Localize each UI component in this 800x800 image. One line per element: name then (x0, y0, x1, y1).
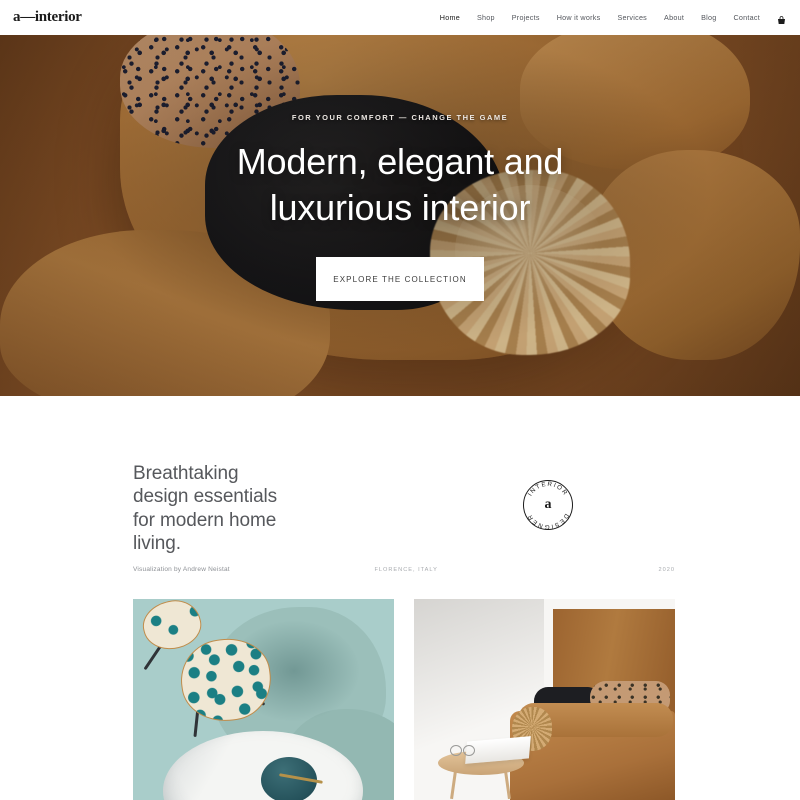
hero-title: Modern, elegant and luxurious interior (236, 139, 564, 230)
feature-section: Breathtaking design essentials for moder… (0, 396, 800, 800)
site-logo[interactable]: a—interior (13, 9, 82, 26)
white-room-sofa-photo[interactable] (414, 599, 675, 800)
main-navigation: Home Shop Projects How it works Services… (440, 13, 786, 24)
interior-designer-badge: INTERIOR DESIGNER a (521, 478, 575, 532)
nav-item-projects[interactable]: Projects (512, 13, 540, 22)
nav-item-how-it-works[interactable]: How it works (557, 13, 601, 22)
feature-title-line-4: living. (133, 533, 181, 555)
year-label: 2020 (658, 566, 675, 573)
gallery-grid (133, 599, 675, 800)
hero-eyebrow: FOR YOUR COMFORT — CHANGE THE GAME (291, 112, 509, 122)
eyeglasses-icon (450, 745, 476, 756)
nav-item-home[interactable]: Home (440, 13, 460, 22)
hero-title-line-1: Modern, elegant and (236, 140, 564, 182)
explore-collection-button[interactable]: EXPLORE THE COLLECTION (316, 257, 484, 302)
feature-title-line-3: for modern home (133, 509, 277, 531)
shopping-cart-icon[interactable] (777, 13, 786, 24)
visualization-credit: Visualization by Andrew Neistat (133, 566, 230, 573)
site-header: a—interior Home Shop Projects How it wor… (0, 0, 800, 35)
feature-heading-row: Breathtaking design essentials for moder… (133, 462, 675, 555)
location-label: FLORENCE, ITALY (374, 566, 438, 573)
feature-title-line-1: Breathtaking (133, 463, 239, 484)
nav-item-shop[interactable]: Shop (477, 13, 495, 22)
hero-title-line-2: luxurious interior (269, 186, 531, 228)
nav-item-about[interactable]: About (664, 13, 684, 22)
feature-meta-row: Visualization by Andrew Neistat FLORENCE… (133, 566, 675, 573)
hero-copy: FOR YOUR COMFORT — CHANGE THE GAME Moder… (0, 0, 800, 396)
teal-room-chair-photo[interactable] (133, 599, 394, 800)
badge-center-letter: a (544, 497, 552, 512)
feature-title-line-2: design essentials (133, 486, 278, 508)
nav-item-blog[interactable]: Blog (701, 13, 716, 22)
nav-item-services[interactable]: Services (617, 13, 647, 22)
hero-section: FOR YOUR COMFORT — CHANGE THE GAME Moder… (0, 0, 800, 396)
feature-title: Breathtaking design essentials for moder… (133, 462, 277, 555)
nav-item-contact[interactable]: Contact (733, 13, 760, 22)
